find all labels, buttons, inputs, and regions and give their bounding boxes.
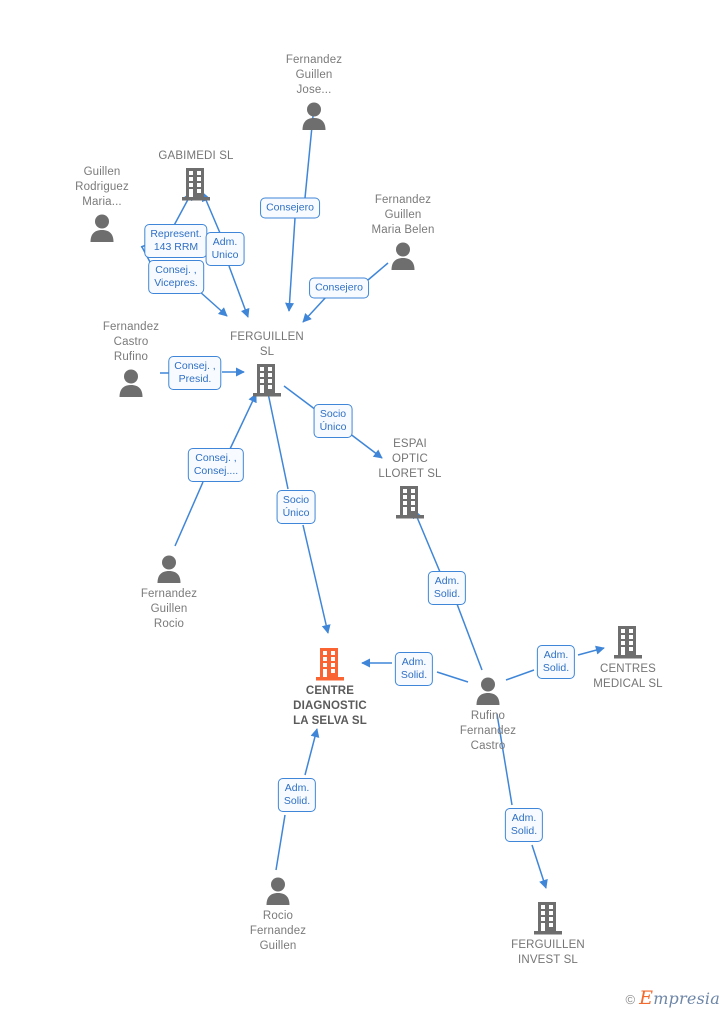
empresia-watermark: © Empresia (626, 987, 720, 1009)
node-label: CENTRE DIAGNOSTIC LA SELVA SL (293, 685, 367, 727)
edge-fg_rocio-ferguillen-b (229, 393, 257, 450)
node-fg_jose[interactable]: Fernandez Guillen Jose... (254, 53, 374, 131)
node-ferg_invest[interactable]: FERGUILLEN INVEST SL (488, 901, 608, 968)
node-label: FERGUILLEN SL (230, 331, 304, 358)
edge-label-ferguillen-centre_diag[interactable]: Socio Único (276, 490, 316, 524)
edge-label-ferguillen-espai[interactable]: Socio Único (313, 404, 353, 438)
node-label: Fernandez Guillen Rocio (140, 588, 198, 630)
edge-label-rufino_fc-espai[interactable]: Adm. Solid. (427, 571, 467, 605)
node-centres_med[interactable]: CENTRES MEDICAL SL (568, 625, 688, 692)
node-espai[interactable]: ESPAI OPTIC LLORET SL (350, 437, 470, 519)
node-label: Fernandez Guillen Maria Belen (371, 194, 435, 236)
edge-label-fg_belen-ferguillen[interactable]: Consejero (309, 277, 369, 299)
brand-initial: E (639, 987, 654, 1009)
node-label: Rufino Fernandez Castro (459, 710, 517, 752)
node-rocio_fg[interactable]: Rocio Fernandez Guillen (218, 876, 338, 954)
node-label: Guillen Rodriguez Maria... (75, 166, 129, 208)
node-centre_diag[interactable]: CENTRE DIAGNOSTIC LA SELVA SL (270, 647, 390, 729)
edge-fg_jose-ferguillen-b (285, 217, 296, 312)
node-fg_rocio[interactable]: Fernandez Guillen Rocio (109, 554, 229, 632)
edge-label-rufino_fc-centres_med[interactable]: Adm. Solid. (536, 645, 576, 679)
edge-label-guillen_rod-gabimedi[interactable]: Represent. 143 RRM (144, 224, 208, 258)
person-icon (254, 101, 374, 131)
copyright-icon: © (625, 992, 636, 1007)
edge-rocio_fg-centre_diag-a (275, 814, 286, 871)
brand-rest: mpresia (653, 989, 720, 1008)
building-icon (350, 485, 470, 519)
relationship-diagram-canvas: Fernandez Guillen Jose... GABIMEDI SL Guil… (0, 0, 728, 1015)
edge-label-rufino_fc-centre_diag[interactable]: Adm. Solid. (394, 652, 434, 686)
edge-label-fc_rufino-ferguillen[interactable]: Consej. , Presid. (168, 356, 222, 390)
edge-ferguillen-centre_diag-a (267, 392, 289, 490)
edge-rufino_fc-espai-a (412, 509, 441, 573)
edge-label-fg_rocio-ferguillen[interactable]: Consej. , Consej.... (187, 448, 245, 482)
node-label: GABIMEDI SL (158, 150, 234, 162)
building-icon (270, 647, 390, 681)
node-ferguillen[interactable]: FERGUILLEN SL (207, 330, 327, 397)
edge-label-gabimedi-ferguillen[interactable]: Adm. Unico (205, 232, 245, 266)
edge-fg_rocio-ferguillen-a (174, 481, 204, 547)
edge-ferguillen-centre_diag-b (302, 524, 331, 634)
node-fg_belen[interactable]: Fernandez Guillen Maria Belen (343, 193, 463, 271)
node-rufino_fc[interactable]: Rufino Fernandez Castro (428, 676, 548, 754)
edge-guillen_rod-ferguillen-b (198, 290, 228, 317)
node-label: CENTRES MEDICAL SL (593, 663, 663, 690)
edge-rufino_fc-ferg_invest-b (531, 844, 548, 889)
person-icon (109, 554, 229, 584)
building-icon (568, 625, 688, 659)
person-icon (428, 676, 548, 706)
node-label: FERGUILLEN INVEST SL (511, 939, 585, 966)
edge-label-rocio_fg-centre_diag[interactable]: Adm. Solid. (277, 778, 317, 812)
building-icon (207, 363, 327, 397)
brand-wordmark: Empresia (639, 987, 720, 1009)
node-label: ESPAI OPTIC LLORET SL (378, 438, 442, 480)
person-icon (218, 876, 338, 906)
node-label: Rocio Fernandez Guillen (249, 910, 307, 952)
edge-label-fg_jose-ferguillen[interactable]: Consejero (260, 197, 320, 219)
person-icon (343, 241, 463, 271)
edge-label-guillen_rod-ferguillen[interactable]: Consej. , Vicepres. (148, 260, 204, 294)
edge-label-rufino_fc-ferg_invest[interactable]: Adm. Solid. (504, 808, 544, 842)
edge-gabimedi-ferguillen-b (228, 265, 250, 318)
edge-rufino_fc-espai-b (456, 603, 483, 671)
edge-fg_belen-ferguillen-b (302, 295, 328, 323)
building-icon (488, 901, 608, 935)
node-label: Fernandez Guillen Jose... (285, 54, 343, 96)
edge-rocio_fg-centre_diag-b (304, 728, 320, 776)
